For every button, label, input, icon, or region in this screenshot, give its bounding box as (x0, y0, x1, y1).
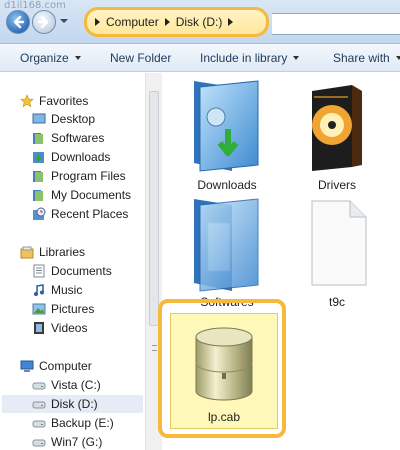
breadcrumb-item-computer[interactable]: Computer (106, 15, 159, 29)
sidebar-item-label: Vista (C:) (51, 378, 101, 392)
sidebar-item-documents[interactable]: Documents (32, 262, 112, 280)
organize-button[interactable]: Organize (20, 51, 81, 65)
include-in-library-button[interactable]: Include in library (200, 51, 300, 65)
share-with-button[interactable]: Share with (333, 51, 400, 65)
sidebar-item-backup-e[interactable]: Backup (E:) (32, 414, 114, 432)
sidebar-item-softwares[interactable]: Softwares (32, 129, 104, 147)
sidebar-item-label: Music (51, 283, 83, 297)
new-folder-label: New Folder (110, 51, 172, 65)
sidebar-item-recent-places[interactable]: Recent Places (32, 205, 128, 223)
scrollbar-thumb[interactable] (149, 91, 159, 326)
breadcrumb-item-disk-d[interactable]: Disk (D:) (176, 15, 223, 29)
recent-places-icon (33, 207, 46, 220)
sidebar-item-label: Videos (51, 321, 88, 335)
sidebar-item-disk-d[interactable]: Disk (D:) (2, 395, 143, 413)
downloads-icon (33, 152, 44, 163)
watermark: d1il168.com (4, 0, 66, 11)
sidebar-item-pictures[interactable]: Pictures (32, 300, 94, 318)
breadcrumb-separator-icon[interactable] (228, 18, 234, 26)
drive-icon (32, 439, 46, 447)
desktop-icon (32, 113, 46, 124)
organize-label: Organize (20, 51, 69, 65)
sidebar-item-label: Program Files (51, 169, 126, 183)
sidebar-item-label: Downloads (51, 150, 111, 164)
blank-file-icon (311, 200, 367, 286)
file-name: Drivers (318, 178, 356, 192)
sidebar-item-label: Softwares (51, 131, 105, 145)
sidebar-item-label: Win7 (G:) (51, 435, 103, 449)
address-bar-area: d1il168.com Computer Disk (D:) (0, 0, 400, 44)
sidebar-item-label: Pictures (51, 302, 95, 316)
drivers-box-icon (312, 85, 362, 171)
sidebar-header-libraries[interactable]: Libraries (20, 243, 85, 261)
videos-icon (34, 322, 44, 334)
libraries-label: Libraries (39, 245, 86, 259)
new-folder-button[interactable]: New Folder (110, 51, 171, 65)
folder-icon (33, 190, 43, 201)
sidebar-item-downloads[interactable]: Downloads (32, 148, 110, 166)
sidebar-item-win7-g[interactable]: Win7 (G:) (32, 433, 102, 450)
include-in-library-label: Include in library (200, 51, 288, 65)
sidebar-item-desktop[interactable]: Desktop (32, 110, 95, 128)
file-name: t9c (328, 295, 345, 309)
file-name: Downloads (197, 178, 257, 192)
forward-arrow-icon (37, 15, 49, 29)
chevron-down-icon (74, 56, 81, 60)
sidebar-header-computer[interactable]: Computer (20, 357, 92, 375)
computer-icon (20, 360, 34, 372)
documents-icon (33, 264, 45, 278)
chevron-down-icon (395, 56, 400, 60)
back-arrow-icon (13, 15, 25, 29)
chevron-down-icon (293, 56, 300, 60)
scrollbar-grip-icon (152, 345, 157, 351)
sidebar-item-vista-c[interactable]: Vista (C:) (32, 376, 101, 394)
drive-icon (32, 420, 46, 428)
sidebar-item-program-files[interactable]: Program Files (32, 167, 126, 185)
navigation-pane: Favorites Desktop Softwares Downloads Pr… (0, 73, 145, 450)
breadcrumb[interactable]: Computer Disk (D:) (84, 7, 269, 37)
file-item-drivers[interactable]: Drivers (282, 77, 392, 197)
sidebar-item-music[interactable]: Music (32, 281, 82, 299)
drive-icon (32, 382, 46, 390)
pictures-icon (32, 303, 46, 315)
sidebar-item-label: Documents (51, 264, 112, 278)
sidebar-item-label: Recent Places (51, 207, 129, 221)
file-item-downloads[interactable]: Downloads (172, 77, 282, 197)
folder-icon (33, 171, 43, 182)
sidebar-item-label: Desktop (51, 112, 96, 126)
command-bar: Organize New Folder Include in library S… (0, 44, 400, 72)
drive-icon (32, 401, 46, 409)
sidebar-item-label: My Documents (51, 188, 132, 202)
breadcrumb-root-arrow-icon[interactable] (95, 18, 100, 26)
star-icon (20, 94, 34, 108)
folder-icon (33, 133, 43, 144)
share-with-label: Share with (333, 51, 390, 65)
folder-icon (194, 198, 259, 292)
computer-label: Computer (39, 359, 92, 373)
cab-archive-icon (195, 327, 253, 401)
breadcrumb-separator-icon[interactable] (164, 18, 170, 26)
sidebar-item-label: Backup (E:) (51, 416, 114, 430)
forward-button[interactable] (32, 10, 56, 34)
file-name: lp.cab (207, 410, 241, 424)
music-icon (34, 284, 44, 296)
file-item-t9c[interactable]: t9c (282, 197, 392, 317)
address-field[interactable] (272, 13, 400, 35)
libraries-icon (20, 246, 34, 259)
file-list: Downloads Drivers Softwares t9c lp.cab (158, 73, 400, 450)
favorites-label: Favorites (39, 94, 89, 108)
sidebar-item-videos[interactable]: Videos (32, 319, 87, 337)
recent-pages-dropdown-icon[interactable] (60, 17, 68, 25)
file-item-lp-cab[interactable]: lp.cab (170, 317, 278, 427)
downloads-folder-icon (194, 80, 259, 172)
back-button[interactable] (6, 10, 30, 34)
sidebar-header-favorites[interactable]: Favorites (20, 92, 88, 110)
sidebar-item-my-documents[interactable]: My Documents (32, 186, 131, 204)
sidebar-item-label: Disk (D:) (51, 397, 98, 411)
